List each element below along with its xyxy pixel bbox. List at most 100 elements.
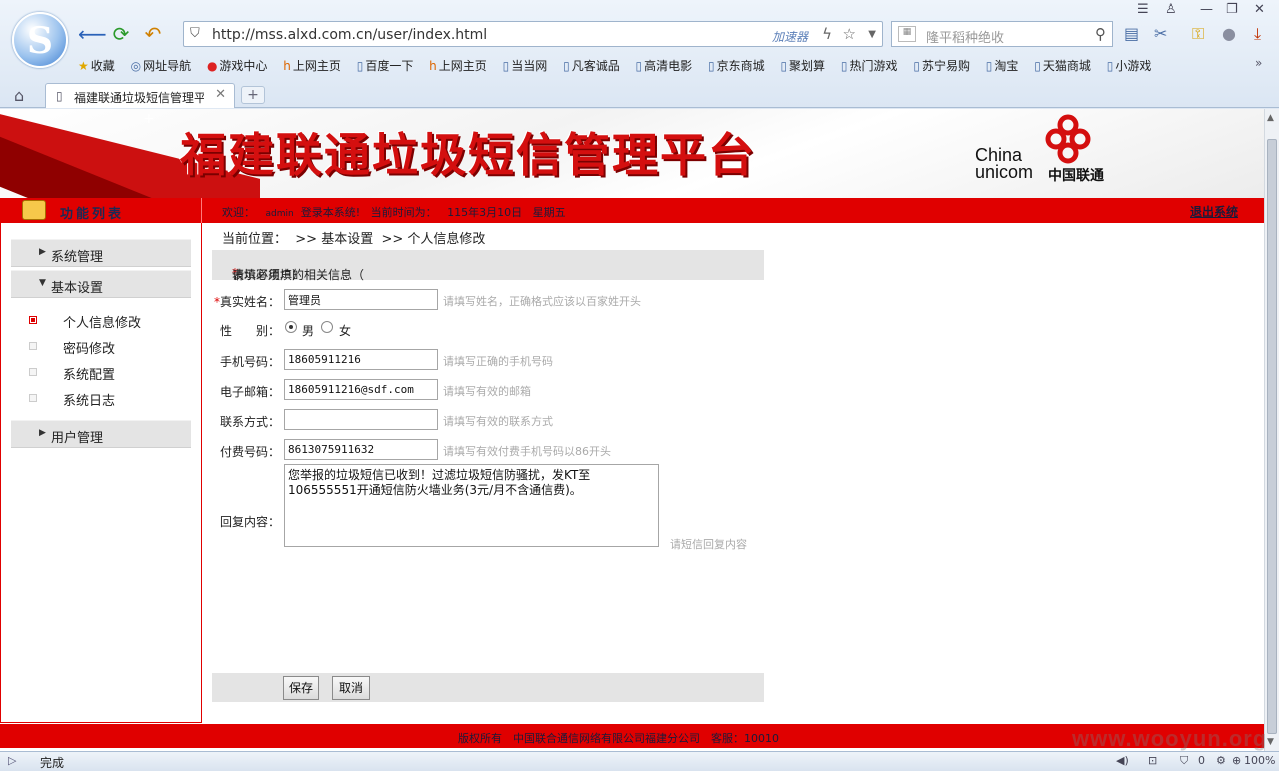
toolbar-icon-a[interactable]: ▤ (1124, 24, 1139, 43)
scroll-down-icon[interactable]: ▼ (1267, 737, 1274, 747)
browser-chrome: S ⟵ ⟳ ↶ ⛉ http://mss.alxd.com.cn/user/in… (0, 0, 1279, 108)
globe-icon: ◎ (130, 59, 142, 73)
bullet-icon (29, 368, 37, 376)
search-icon[interactable]: ⚲ (1095, 25, 1106, 43)
close-tab-icon[interactable]: ✕ (215, 87, 226, 102)
sidebar-item-logs[interactable]: 系统日志 (1, 387, 201, 409)
chevron-down-icon: ▼ (39, 278, 46, 288)
key-icon[interactable]: ⚿ (1192, 24, 1204, 44)
web-page: + 福建联通垃圾短信管理平台 China unicom 中国联通 功能列表 欢迎… (0, 109, 1264, 751)
page-icon: ▯ (840, 59, 848, 73)
new-tab-button[interactable]: + (241, 86, 265, 104)
bookmark-item[interactable]: ▯ 聚划算 (780, 57, 825, 74)
sidebar: ▶ 系统管理 ▼ 基本设置 个人信息修改 密码修改 系统配置 系统日志 ▶ 用户… (0, 223, 202, 723)
bookmark-item[interactable]: ▯ 淘宝 (986, 57, 1019, 74)
bookmark-item[interactable]: ● 游戏中心 (207, 57, 268, 74)
hao-icon: h (283, 59, 291, 73)
download-icon[interactable]: ⤓ (1254, 24, 1261, 44)
reply-hint: 请短信回复内容 (670, 538, 747, 551)
pay-number-input[interactable] (284, 439, 438, 460)
gender-female-radio[interactable] (321, 321, 333, 333)
close-window-icon[interactable]: ✕ (1254, 2, 1265, 17)
bullet-icon (29, 394, 37, 402)
bookmark-item[interactable]: ▯ 当当网 (503, 57, 548, 74)
bookmark-item[interactable]: ▯ 京东商城 (708, 57, 765, 74)
skin-icon[interactable]: ♙ (1165, 2, 1177, 17)
gender-male-label: 男 (302, 324, 315, 338)
page-icon: ▯ (635, 59, 643, 73)
bookmark-item[interactable]: ▯ 凡客诚品 (563, 57, 620, 74)
bookmark-item[interactable]: ★ 收藏 (78, 57, 115, 74)
welcome-info: 欢迎： admin 登录本系统! 当前时间为： 115年3月10日 星期五 (222, 206, 566, 219)
sidebar-item-config[interactable]: 系统配置 (1, 361, 201, 383)
play-icon[interactable]: ▷ (8, 754, 16, 767)
bookmark-item[interactable]: h 上网主页 (283, 57, 341, 74)
email-input[interactable] (284, 379, 438, 400)
phone-label: 手机号码： (220, 355, 281, 369)
main-content: 当前位置： >> 基本设置 >> 个人信息修改 请填写用户的相关信息（ * 表示必… (212, 223, 772, 723)
save-button[interactable]: 保存 (283, 676, 319, 700)
current-weekday: 星期五 (532, 206, 566, 219)
sidebar-item-profile[interactable]: 个人信息修改 (1, 309, 201, 331)
status-count: 0 (1198, 754, 1205, 767)
name-input[interactable] (284, 289, 438, 310)
zoom-level[interactable]: 100% (1244, 754, 1275, 767)
home-icon[interactable]: ⌂ (14, 86, 24, 105)
bookmark-item[interactable]: ▯ 热门游戏 (841, 57, 898, 74)
reply-textarea[interactable]: 您举报的垃圾短信已收到！过滤垃圾短信防骚扰，发KT至106555551开通短信防… (284, 464, 659, 547)
page-icon: ▯ (56, 89, 63, 103)
bookmark-item[interactable]: ◎ 网址导航 (131, 57, 192, 74)
restore-icon[interactable]: ❐ (1226, 2, 1238, 17)
gender-male-radio[interactable] (285, 321, 297, 333)
search-box[interactable]: ▦ 隆平稻种绝收 ⚲ (891, 21, 1113, 47)
unicom-logo-icon (1045, 114, 1091, 164)
back-icon[interactable]: ⟵ (78, 22, 107, 46)
url-text[interactable]: http://mss.alxd.com.cn/user/index.html (212, 27, 487, 43)
cancel-button[interactable]: 取消 (332, 676, 370, 700)
hao-icon: h (429, 59, 437, 73)
star-icon[interactable]: ☆ (843, 25, 856, 43)
vertical-scrollbar[interactable]: ▲ ▼ (1264, 109, 1279, 751)
bookmark-item[interactable]: ▯ 小游戏 (1107, 57, 1152, 74)
settings-icon[interactable]: ⚙ (1216, 754, 1226, 767)
lightning-icon[interactable]: ϟ (822, 25, 832, 43)
contact-input[interactable] (284, 409, 438, 430)
phone-input[interactable] (284, 349, 438, 370)
gender-female-label: 女 (339, 324, 352, 338)
menu-icon[interactable]: ☰ (1137, 2, 1149, 17)
bookmark-item[interactable]: ▯ 天猫商城 (1034, 57, 1091, 74)
scrollbar-thumb[interactable] (1267, 139, 1277, 734)
search-input[interactable]: 隆平稻种绝收 (926, 27, 1004, 46)
chevron-right-icon: ▶ (39, 247, 46, 257)
bookmark-item[interactable]: ▯ 苏宁易购 (913, 57, 970, 74)
address-bar[interactable]: ⛉ http://mss.alxd.com.cn/user/index.html… (183, 21, 883, 47)
dropdown-icon[interactable]: ▼ (868, 29, 876, 40)
zoom-icon[interactable]: ⊕ (1232, 754, 1241, 767)
shield-icon: ⛉ (190, 26, 200, 41)
minimize-icon[interactable]: — (1200, 2, 1213, 17)
watermark-text: www.wooyun.org (1072, 726, 1268, 751)
bullet-icon (29, 342, 37, 350)
bookmark-item[interactable]: ▯ 高清电影 (636, 57, 693, 74)
scroll-up-icon[interactable]: ▲ (1267, 113, 1274, 123)
sidebar-item-password[interactable]: 密码修改 (1, 335, 201, 357)
more-icon[interactable]: ● (1222, 24, 1236, 43)
chevron-right-icon: ▶ (39, 428, 46, 438)
bookmark-item[interactable]: ▯ 百度一下 (357, 57, 414, 74)
logout-link[interactable]: 退出系统 (1190, 203, 1238, 220)
volume-icon[interactable]: ◀) (1116, 754, 1129, 767)
sidebar-group-users[interactable]: ▶ 用户管理 (11, 420, 191, 448)
shield-status-icon[interactable]: ⛉ (1180, 754, 1188, 768)
network-icon[interactable]: ⊡ (1148, 754, 1157, 767)
browser-logo-icon[interactable]: S (12, 12, 68, 68)
bookmark-item[interactable]: h 上网主页 (429, 57, 487, 74)
sidebar-group-basic-settings[interactable]: ▼ 基本设置 (11, 270, 191, 298)
accelerator-button[interactable]: 加速器 (772, 28, 808, 45)
refresh-icon[interactable]: ⟳ (109, 22, 133, 46)
search-engine-icon[interactable]: ▦ (898, 26, 916, 42)
sidebar-group-system[interactable]: ▶ 系统管理 (11, 239, 191, 267)
scissors-icon[interactable]: ✂ (1154, 24, 1167, 43)
browser-tab[interactable]: ▯ 福建联通垃圾短信管理平 ✕ (45, 83, 235, 108)
undo-icon[interactable]: ↶ (141, 22, 165, 46)
chevron-right-icon[interactable]: » (1255, 56, 1262, 70)
